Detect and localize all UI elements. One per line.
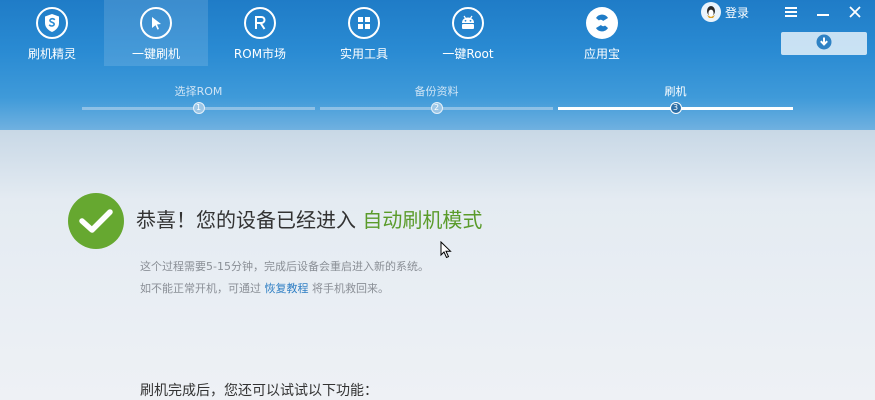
description-duration: 这个过程需要5-15分钟，完成后设备会重启进入新的系统。 — [140, 260, 429, 273]
nav-label: 刷机精灵 — [27, 47, 76, 61]
step-flash[interactable]: 刷机 3 — [558, 80, 793, 116]
close-icon[interactable] — [843, 0, 867, 24]
mouse-cursor-icon — [440, 240, 452, 263]
nav-item-one-click-flash[interactable]: 一键刷机 — [104, 0, 208, 66]
step-number: 1 — [192, 102, 205, 114]
shield-s-icon — [36, 7, 68, 39]
step-label: 刷机 — [664, 85, 687, 98]
nav-label: ROM市场 — [233, 47, 287, 61]
nav-label: 应用宝 — [583, 47, 620, 61]
grid-tools-icon — [348, 7, 380, 39]
login-button[interactable]: 登录 — [700, 2, 749, 22]
main-nav: 刷机精灵 一键刷机 ROM市场 实用工具 一键Root — [0, 0, 520, 66]
nav-item-utilities[interactable]: 实用工具 — [312, 0, 416, 66]
description-recovery: 如不能正常开机，可通过 恢复教程 将手机救回来。 — [140, 280, 389, 296]
minimize-icon[interactable] — [811, 0, 835, 24]
nav-label: 实用工具 — [339, 47, 388, 61]
step-backup[interactable]: 备份资料 2 — [320, 80, 553, 116]
recovery-prefix: 如不能正常开机，可通过 — [140, 282, 265, 295]
success-check-icon — [68, 193, 124, 249]
headline-highlight: 自动刷机模式 — [362, 208, 483, 232]
step-label: 选择ROM — [174, 85, 223, 98]
qq-penguin-icon — [700, 2, 721, 22]
download-icon — [816, 34, 832, 54]
step-number: 3 — [669, 102, 682, 114]
nav-item-flash-wizard[interactable]: 刷机精灵 — [0, 0, 104, 66]
step-number: 2 — [430, 102, 443, 114]
window-controls: 登录 — [700, 0, 867, 24]
header-bar: 刷机精灵 一键刷机 ROM市场 实用工具 一键Root 应用宝 登录 选择ROM… — [0, 0, 875, 130]
progress-steps: 选择ROM 1 备份资料 2 刷机 3 — [0, 80, 875, 120]
login-label: 登录 — [724, 5, 749, 20]
appstore-logo-icon — [586, 7, 618, 39]
nav-item-rom-market[interactable]: ROM市场 — [208, 0, 312, 66]
menu-icon[interactable] — [779, 0, 803, 24]
download-button[interactable] — [781, 32, 867, 55]
recovery-tutorial-link[interactable]: 恢复教程 — [265, 282, 309, 295]
nav-label: 一键刷机 — [131, 47, 180, 61]
after-flash-heading: 刷机完成后，您还可以试试以下功能： — [140, 383, 378, 399]
arrow-cursor-icon — [140, 7, 172, 39]
nav-item-one-click-root[interactable]: 一键Root — [416, 0, 520, 66]
rom-r-icon — [244, 7, 276, 39]
step-label: 备份资料 — [414, 85, 459, 98]
headline-text: 恭喜！您的设备已经进入 — [136, 208, 363, 232]
nav-label: 一键Root — [442, 47, 494, 61]
nav-item-appstore[interactable]: 应用宝 — [550, 0, 654, 66]
success-headline: 恭喜！您的设备已经进入 自动刷机模式 — [136, 204, 482, 233]
step-select-rom[interactable]: 选择ROM 1 — [82, 80, 315, 116]
android-robot-icon — [452, 7, 484, 39]
recovery-suffix: 将手机救回来。 — [308, 282, 389, 295]
